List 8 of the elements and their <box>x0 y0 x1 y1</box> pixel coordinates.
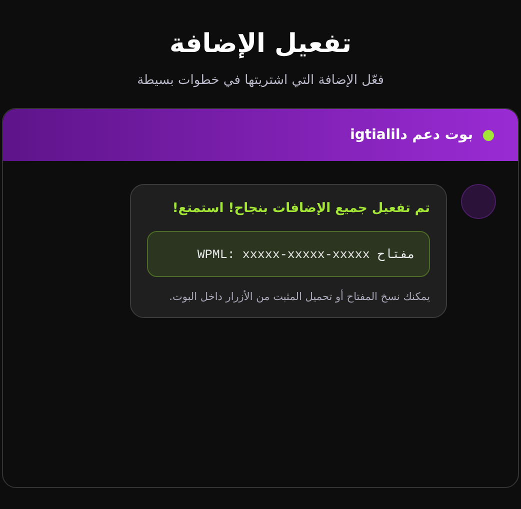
page-title: تفعيل الإضافة <box>170 28 352 61</box>
page-subtitle: فعّل الإضافة التي اشتريتها في خطوات بسيطة <box>137 72 384 90</box>
license-key: مفتاح WPML: xxxxx-xxxxx-xxxxx <box>197 246 415 262</box>
bot-name: بوت دعم داigtiali <box>350 127 473 143</box>
message-heading: تم تفعيل جميع الإضافات بنجاح! استمتع! <box>171 200 430 218</box>
avatar-icon <box>461 184 496 219</box>
message-note: يمكنك نسخ المفتاح أو تحميل المثبت من الأزرار داخل البوت. <box>168 289 430 305</box>
online-dot-icon <box>483 130 494 140</box>
